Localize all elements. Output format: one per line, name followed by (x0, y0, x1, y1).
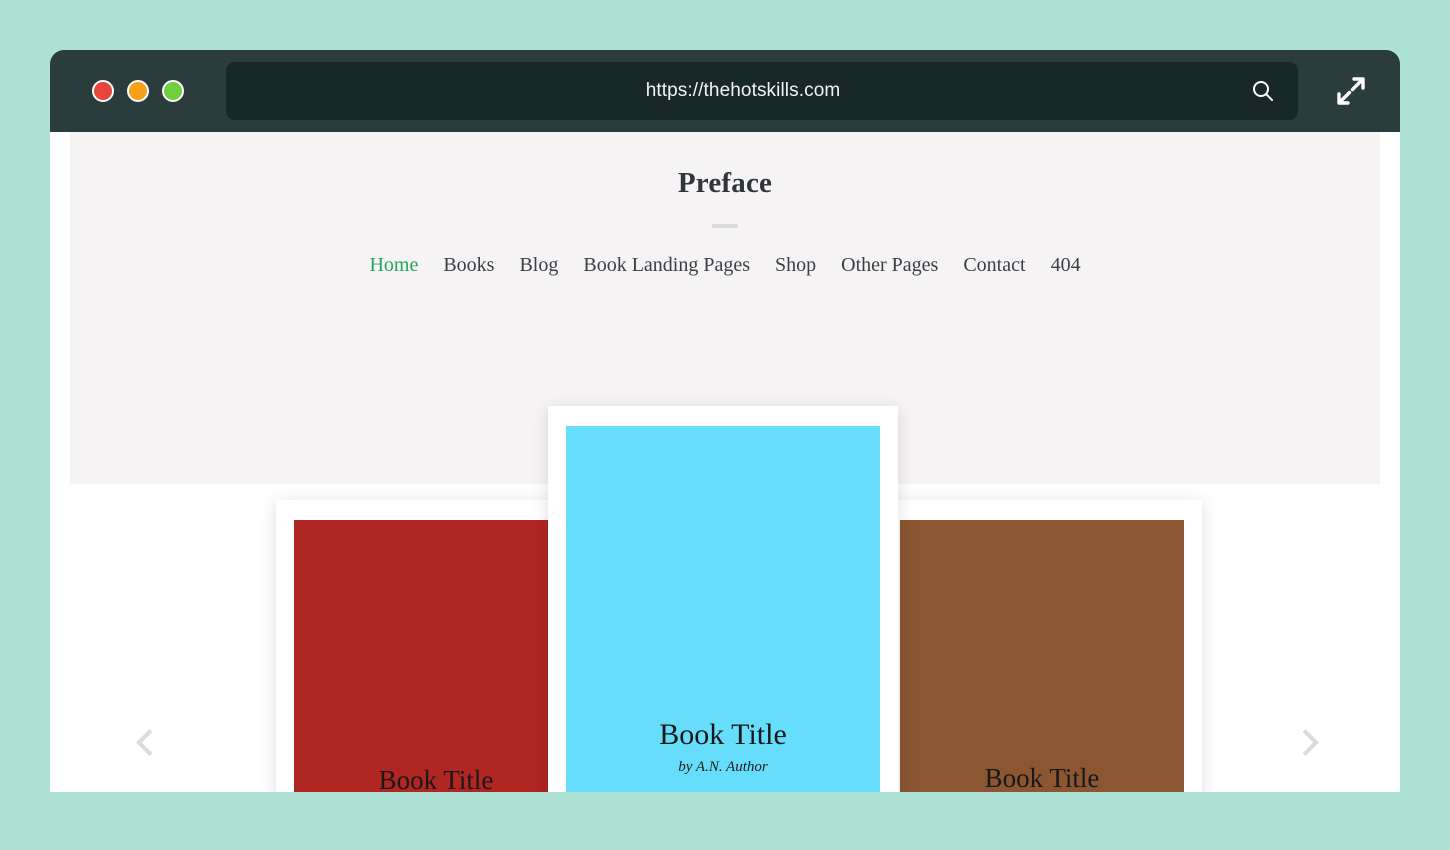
close-button[interactable] (92, 80, 114, 102)
book-author: by A.N. Author (678, 759, 768, 775)
chevron-right-icon[interactable] (1278, 715, 1332, 769)
book-title: Book Title (984, 763, 1100, 792)
book-title: Book Title (659, 718, 787, 751)
chevron-left-icon[interactable] (122, 715, 176, 769)
book-carousel: Book Title by A.N. Author Book Title by … (50, 132, 1400, 792)
maximize-button[interactable] (162, 80, 184, 102)
book-cover: Book Title by A.N. Author (294, 520, 578, 792)
browser-window: https://thehotskills.com Preface Home Bo… (50, 50, 1400, 792)
expand-arrows-icon[interactable] (1328, 68, 1374, 114)
address-bar[interactable]: https://thehotskills.com (226, 62, 1298, 120)
page-viewport: Preface Home Books Blog Book Landing Pag… (50, 132, 1400, 792)
chevron-left-glyph (135, 728, 163, 756)
book-card[interactable]: Book Title by A.N. Author (882, 500, 1202, 792)
book-card-featured[interactable]: Book Title by A.N. Author (548, 406, 898, 792)
window-controls (92, 80, 184, 102)
book-cover: Book Title by A.N. Author (566, 426, 880, 792)
book-title: Book Title (378, 765, 494, 792)
book-cover: Book Title by A.N. Author (900, 520, 1184, 792)
minimize-button[interactable] (127, 80, 149, 102)
chevron-right-glyph (1291, 728, 1319, 756)
url-text: https://thehotskills.com (645, 80, 841, 101)
browser-toolbar: https://thehotskills.com (50, 50, 1400, 132)
search-icon[interactable] (1246, 74, 1280, 108)
